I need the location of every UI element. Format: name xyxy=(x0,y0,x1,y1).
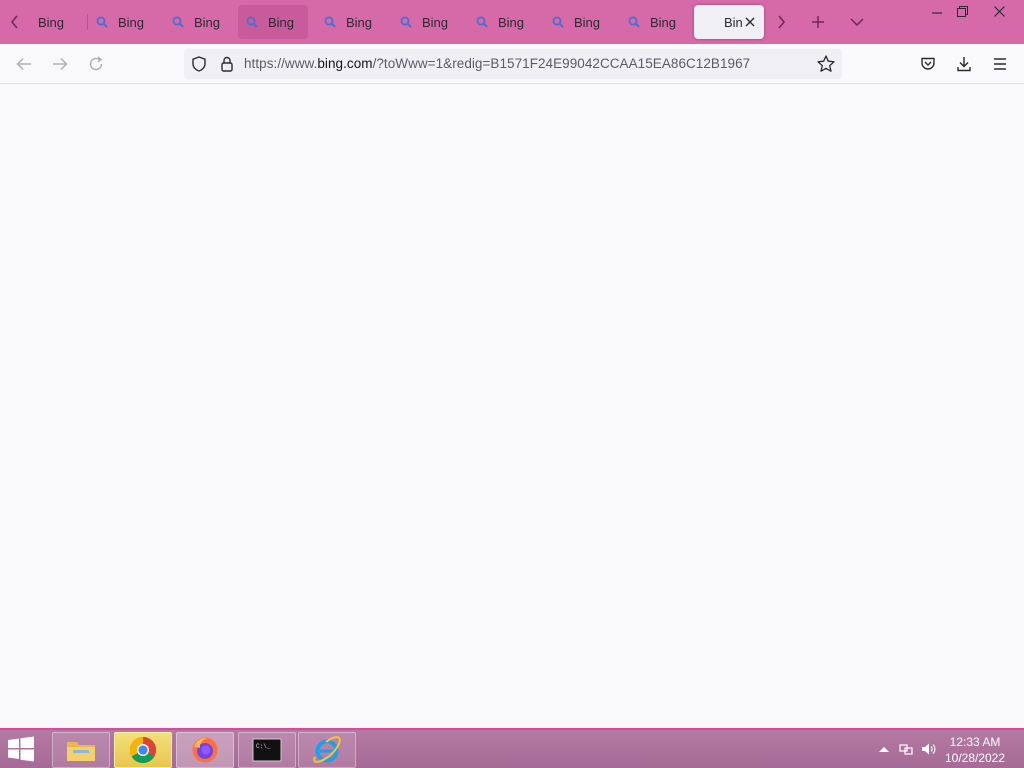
taskbar-command-prompt[interactable]: C:\_ xyxy=(238,732,296,768)
clock-time: 12:33 AM xyxy=(949,735,1001,749)
firefox-icon xyxy=(192,737,218,763)
tab-label: Bin xyxy=(724,14,743,30)
taskbar-chrome[interactable] xyxy=(114,732,172,768)
windows-logo-icon xyxy=(8,736,34,762)
volume-icon[interactable] xyxy=(921,742,937,756)
search-icon xyxy=(552,16,564,28)
chevron-left-icon xyxy=(10,15,18,29)
restore-icon xyxy=(956,5,968,17)
page-content[interactable] xyxy=(0,84,1024,728)
shield-icon[interactable] xyxy=(190,55,208,73)
tab-label: Bing xyxy=(346,14,373,30)
taskbar: C:\_ 12:33 AM 10/28/2022 xyxy=(0,728,1024,768)
tab-label: Bing xyxy=(498,14,525,30)
search-icon xyxy=(476,16,488,28)
close-tab-button[interactable] xyxy=(742,14,758,30)
taskbar-firefox[interactable] xyxy=(176,732,234,768)
tab-10-active[interactable]: Bin xyxy=(694,5,764,39)
chrome-icon xyxy=(129,736,157,764)
list-all-tabs-button[interactable] xyxy=(843,8,871,36)
svg-text:C:\_: C:\_ xyxy=(256,743,271,750)
lock-icon[interactable] xyxy=(218,55,236,73)
search-icon xyxy=(96,16,108,28)
file-explorer-icon xyxy=(67,742,95,761)
pocket-button[interactable] xyxy=(914,50,942,78)
url-text[interactable]: https://www.bing.com/?toWww=1&redig=B157… xyxy=(244,56,750,71)
bookmark-star-icon[interactable] xyxy=(816,54,836,74)
internet-explorer-icon xyxy=(313,735,341,763)
new-tab-button[interactable] xyxy=(804,8,832,36)
chevron-right-icon xyxy=(778,15,786,29)
url-domain: bing.com xyxy=(317,56,373,71)
tab-8[interactable]: Bing xyxy=(544,5,614,39)
tab-1[interactable]: Bing xyxy=(30,5,90,39)
chevron-down-icon xyxy=(850,18,864,27)
tab-4[interactable]: Bing xyxy=(238,5,308,39)
tab-7[interactable]: Bing xyxy=(468,5,538,39)
hamburger-menu-icon xyxy=(994,58,1006,70)
navigation-toolbar: https://www.bing.com/?toWww=1&redig=B157… xyxy=(0,44,1024,84)
tab-2[interactable]: Bing xyxy=(88,5,158,39)
url-prefix: https://www. xyxy=(244,56,318,71)
search-icon xyxy=(246,16,258,28)
network-icon[interactable] xyxy=(898,742,914,756)
arrow-right-icon xyxy=(53,57,68,71)
taskbar-internet-explorer[interactable] xyxy=(298,732,356,768)
scroll-tabs-left-button[interactable] xyxy=(4,6,26,38)
close-window-button[interactable] xyxy=(982,0,1016,22)
reload-icon xyxy=(89,56,103,71)
forward-button[interactable] xyxy=(46,50,74,78)
arrow-left-icon xyxy=(16,57,31,71)
search-icon xyxy=(400,16,412,28)
command-prompt-icon: C:\_ xyxy=(252,738,282,762)
show-hidden-icons-icon[interactable] xyxy=(876,742,892,756)
download-icon xyxy=(957,57,971,72)
pocket-icon xyxy=(921,57,935,70)
search-icon xyxy=(172,16,184,28)
minimize-icon xyxy=(932,12,942,14)
tab-3[interactable]: Bing xyxy=(164,5,234,39)
clock-date: 10/28/2022 xyxy=(944,751,1006,765)
search-icon xyxy=(324,16,336,28)
url-path: /?toWww=1&redig=B1571F24E99042CCAA15EA86… xyxy=(372,56,751,71)
start-button[interactable] xyxy=(6,736,40,764)
restore-button[interactable] xyxy=(945,0,979,22)
tab-label: Bing xyxy=(422,14,449,30)
close-icon xyxy=(993,5,1005,17)
close-icon xyxy=(745,17,755,27)
taskbar-file-explorer[interactable] xyxy=(52,732,110,768)
tab-label: Bing xyxy=(118,14,145,30)
tab-label: Bing xyxy=(268,14,295,30)
app-menu-button[interactable] xyxy=(986,50,1014,78)
tab-strip: Bing Bing Bing Bing Bing Bing Bing Bing … xyxy=(0,0,1024,44)
system-clock[interactable]: 12:33 AM 10/28/2022 xyxy=(940,734,1010,766)
plus-icon xyxy=(812,16,824,28)
tab-label: Bing xyxy=(194,14,221,30)
address-bar[interactable]: https://www.bing.com/?toWww=1&redig=B157… xyxy=(184,49,842,79)
tab-5[interactable]: Bing xyxy=(316,5,386,39)
search-icon xyxy=(628,16,640,28)
tab-label: Bing xyxy=(38,14,65,30)
scroll-tabs-right-button[interactable] xyxy=(770,6,792,38)
tab-9[interactable]: Bing xyxy=(620,5,690,39)
tab-6[interactable]: Bing xyxy=(392,5,462,39)
back-button[interactable] xyxy=(10,50,38,78)
tab-label: Bing xyxy=(650,14,677,30)
reload-button[interactable] xyxy=(82,50,110,78)
tab-label: Bing xyxy=(574,14,601,30)
downloads-button[interactable] xyxy=(950,50,978,78)
